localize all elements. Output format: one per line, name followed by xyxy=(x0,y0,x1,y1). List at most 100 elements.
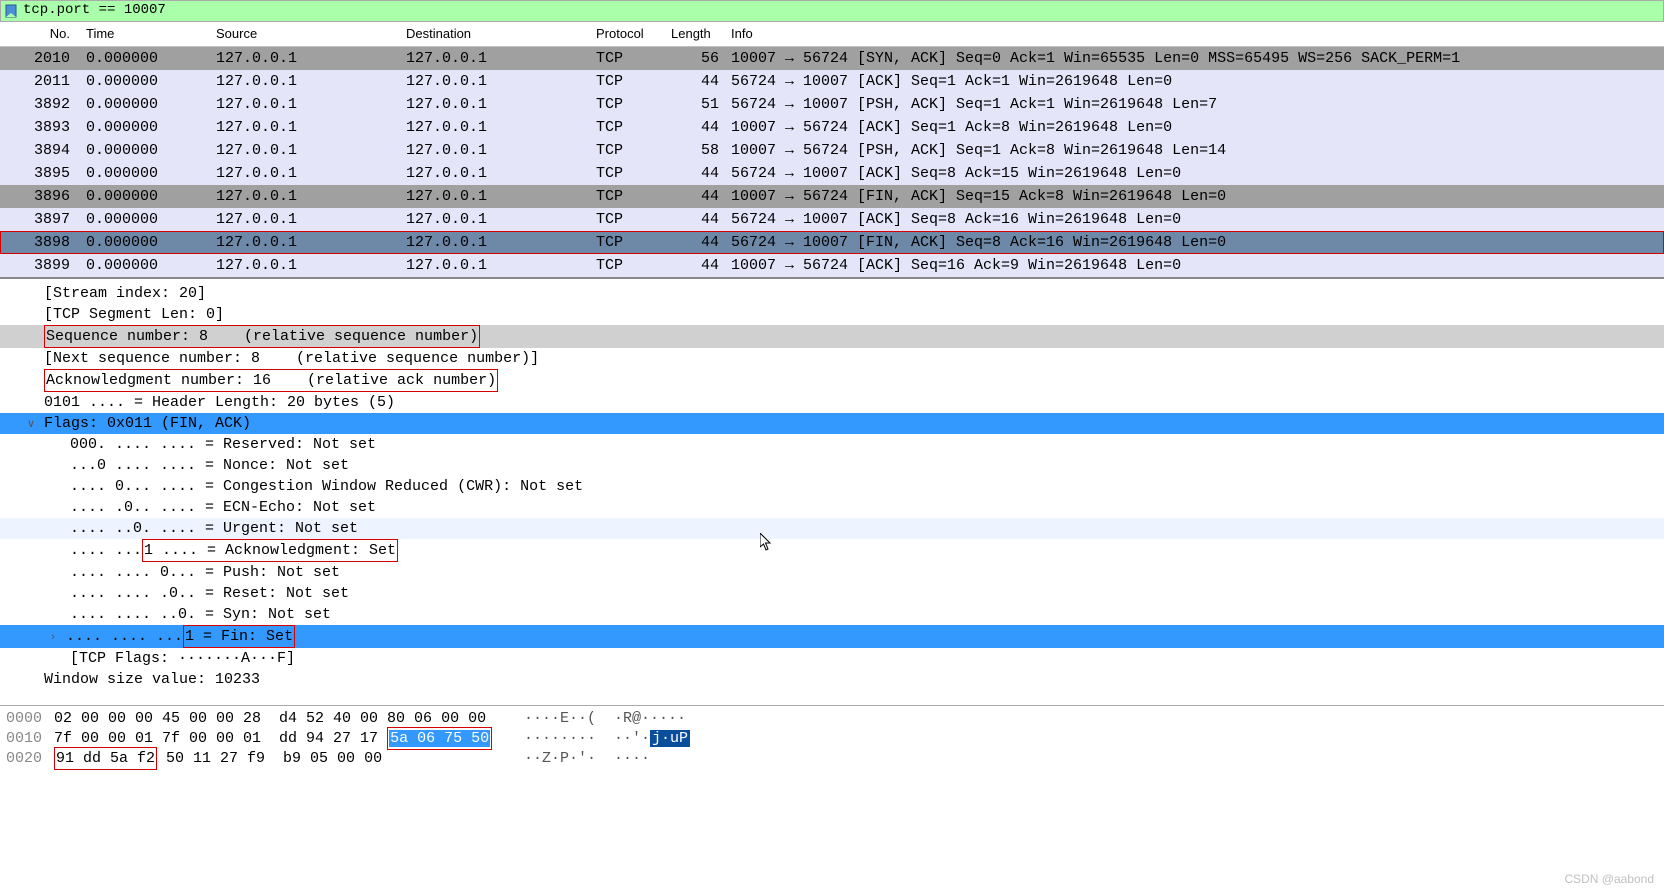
packet-row[interactable]: 38940.000000127.0.0.1127.0.0.1TCP5810007… xyxy=(0,139,1664,162)
cell-src: 127.0.0.1 xyxy=(210,70,400,93)
cell-time: 0.000000 xyxy=(80,208,210,231)
hex-ascii[interactable]: ····E··( ·R@····· xyxy=(524,708,686,729)
cell-no: 3895 xyxy=(0,162,80,185)
expand-icon[interactable]: › xyxy=(46,630,60,645)
red-annotation-box: 1 .... = Acknowledgment: Set xyxy=(142,539,398,562)
cell-src: 127.0.0.1 xyxy=(210,185,400,208)
packet-bytes-pane[interactable]: 0000 02 00 00 00 45 00 00 28 d4 52 40 00… xyxy=(0,705,1664,770)
cell-time: 0.000000 xyxy=(80,185,210,208)
hex-ascii[interactable]: ··Z·P·'· ···· xyxy=(524,748,650,769)
cell-info: 56724 → 10007 [ACK] Seq=1 Ack=1 Win=2619… xyxy=(725,70,1664,93)
cell-no: 3892 xyxy=(0,93,80,116)
cell-src: 127.0.0.1 xyxy=(210,254,400,277)
cell-proto: TCP xyxy=(590,70,665,93)
packet-row[interactable]: 38970.000000127.0.0.1127.0.0.1TCP4456724… xyxy=(0,208,1664,231)
detail-flag-reserved[interactable]: 000. .... .... = Reserved: Not set xyxy=(0,434,1664,455)
cell-info: 56724 → 10007 [ACK] Seq=8 Ack=15 Win=261… xyxy=(725,162,1664,185)
cell-len: 58 xyxy=(665,139,725,162)
cell-time: 0.000000 xyxy=(80,254,210,277)
cell-dst: 127.0.0.1 xyxy=(400,208,590,231)
detail-flag-ack[interactable]: .... ...1 .... = Acknowledgment: Set xyxy=(0,539,1664,562)
packet-row[interactable]: 38920.000000127.0.0.1127.0.0.1TCP5156724… xyxy=(0,93,1664,116)
col-header-dest[interactable]: Destination xyxy=(400,24,590,44)
detail-window-size[interactable]: Window size value: 10233 xyxy=(0,669,1664,690)
detail-tcp-flags-summary[interactable]: [TCP Flags: ·······A···F] xyxy=(0,648,1664,669)
red-annotation-box: Sequence number: 8 (relative sequence nu… xyxy=(44,325,480,348)
cell-proto: TCP xyxy=(590,254,665,277)
packet-details-pane[interactable]: [Stream index: 20] [TCP Segment Len: 0] … xyxy=(0,278,1664,705)
detail-tcp-seg-len[interactable]: [TCP Segment Len: 0] xyxy=(0,304,1664,325)
display-filter-bar[interactable] xyxy=(0,0,1664,22)
cell-src: 127.0.0.1 xyxy=(210,116,400,139)
cell-proto: TCP xyxy=(590,208,665,231)
cell-proto: TCP xyxy=(590,231,665,254)
hex-ascii[interactable]: ········ ··'·j·uP xyxy=(524,728,690,749)
detail-flag-fin[interactable]: ›.... .... ...1 = Fin: Set xyxy=(0,625,1664,648)
cell-info: 56724 → 10007 [PSH, ACK] Seq=1 Ack=1 Win… xyxy=(725,93,1664,116)
col-header-source[interactable]: Source xyxy=(210,24,400,44)
cell-proto: TCP xyxy=(590,93,665,116)
cell-info: 10007 → 56724 [FIN, ACK] Seq=15 Ack=8 Wi… xyxy=(725,185,1664,208)
cell-src: 127.0.0.1 xyxy=(210,93,400,116)
cell-no: 3898 xyxy=(0,231,80,254)
cell-no: 3899 xyxy=(0,254,80,277)
detail-flag-cwr[interactable]: .... 0... .... = Congestion Window Reduc… xyxy=(0,476,1664,497)
red-annotation-box: 91 dd 5a f2 xyxy=(54,747,157,770)
cell-time: 0.000000 xyxy=(80,162,210,185)
detail-flag-syn[interactable]: .... .... ..0. = Syn: Not set xyxy=(0,604,1664,625)
col-header-protocol[interactable]: Protocol xyxy=(590,24,665,44)
col-header-info[interactable]: Info xyxy=(725,24,1664,44)
detail-flags-summary[interactable]: ∨Flags: 0x011 (FIN, ACK) xyxy=(0,413,1664,434)
red-annotation-box: 1 = Fin: Set xyxy=(183,625,295,648)
hex-row[interactable]: 0000 02 00 00 00 45 00 00 28 d4 52 40 00… xyxy=(0,708,1664,728)
display-filter-input[interactable] xyxy=(21,0,1659,22)
detail-header-length[interactable]: 0101 .... = Header Length: 20 bytes (5) xyxy=(0,392,1664,413)
cell-len: 44 xyxy=(665,185,725,208)
detail-ack-number[interactable]: Acknowledgment number: 16 (relative ack … xyxy=(0,369,1664,392)
packet-row[interactable]: 38990.000000127.0.0.1127.0.0.1TCP4410007… xyxy=(0,254,1664,277)
cell-len: 44 xyxy=(665,162,725,185)
packet-list-pane[interactable]: No. Time Source Destination Protocol Len… xyxy=(0,22,1664,278)
cell-time: 0.000000 xyxy=(80,116,210,139)
packet-row[interactable]: 38980.000000127.0.0.1127.0.0.1TCP4456724… xyxy=(0,231,1664,254)
ascii-highlight: j·uP xyxy=(650,730,690,747)
collapse-icon[interactable]: ∨ xyxy=(24,417,38,432)
hex-offset: 0020 xyxy=(6,748,54,769)
cell-time: 0.000000 xyxy=(80,93,210,116)
cell-src: 127.0.0.1 xyxy=(210,47,400,70)
detail-sequence-number[interactable]: Sequence number: 8 (relative sequence nu… xyxy=(0,325,1664,348)
cell-no: 3897 xyxy=(0,208,80,231)
col-header-time[interactable]: Time xyxy=(80,24,210,44)
cell-src: 127.0.0.1 xyxy=(210,139,400,162)
hex-offset: 0000 xyxy=(6,708,54,729)
cell-proto: TCP xyxy=(590,47,665,70)
cell-info: 10007 → 56724 [ACK] Seq=16 Ack=9 Win=261… xyxy=(725,254,1664,277)
col-header-length[interactable]: Length xyxy=(665,24,725,44)
detail-stream-index[interactable]: [Stream index: 20] xyxy=(0,283,1664,304)
cell-dst: 127.0.0.1 xyxy=(400,139,590,162)
packet-row[interactable]: 20100.000000127.0.0.1127.0.0.1TCP5610007… xyxy=(0,47,1664,70)
packet-row[interactable]: 20110.000000127.0.0.1127.0.0.1TCP4456724… xyxy=(0,70,1664,93)
detail-flag-ecn[interactable]: .... .0.. .... = ECN-Echo: Not set xyxy=(0,497,1664,518)
detail-flag-reset[interactable]: .... .... .0.. = Reset: Not set xyxy=(0,583,1664,604)
packet-list-header[interactable]: No. Time Source Destination Protocol Len… xyxy=(0,22,1664,47)
packet-row[interactable]: 38930.000000127.0.0.1127.0.0.1TCP4410007… xyxy=(0,116,1664,139)
cell-no: 2010 xyxy=(0,47,80,70)
hex-bytes[interactable]: 91 dd 5a f2 50 11 27 f9 b9 05 00 00 xyxy=(54,747,524,770)
cell-len: 44 xyxy=(665,254,725,277)
detail-flag-nonce[interactable]: ...0 .... .... = Nonce: Not set xyxy=(0,455,1664,476)
red-annotation-box: Acknowledgment number: 16 (relative ack … xyxy=(44,369,498,392)
packet-row[interactable]: 38950.000000127.0.0.1127.0.0.1TCP4456724… xyxy=(0,162,1664,185)
detail-flag-push[interactable]: .... .... 0... = Push: Not set xyxy=(0,562,1664,583)
cell-dst: 127.0.0.1 xyxy=(400,162,590,185)
detail-flag-urgent[interactable]: .... ..0. .... = Urgent: Not set xyxy=(0,518,1664,539)
cell-dst: 127.0.0.1 xyxy=(400,47,590,70)
col-header-no[interactable]: No. xyxy=(0,24,80,44)
hex-row[interactable]: 0020 91 dd 5a f2 50 11 27 f9 b9 05 00 00… xyxy=(0,748,1664,768)
hex-bytes[interactable]: 02 00 00 00 45 00 00 28 d4 52 40 00 80 0… xyxy=(54,708,524,729)
hex-row[interactable]: 0010 7f 00 00 01 7f 00 00 01 dd 94 27 17… xyxy=(0,728,1664,748)
cell-proto: TCP xyxy=(590,185,665,208)
detail-next-seq[interactable]: [Next sequence number: 8 (relative seque… xyxy=(0,348,1664,369)
cell-time: 0.000000 xyxy=(80,70,210,93)
packet-row[interactable]: 38960.000000127.0.0.1127.0.0.1TCP4410007… xyxy=(0,185,1664,208)
